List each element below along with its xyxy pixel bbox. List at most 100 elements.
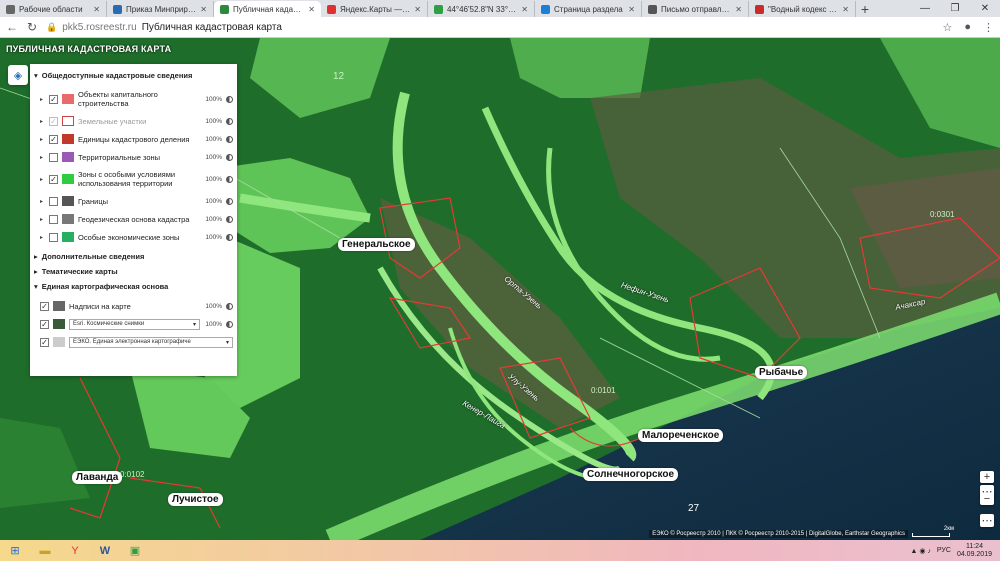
browser-tab[interactable]: 44°46'52.8"N 33°55'27.1"E✕ [428, 1, 535, 17]
expand-icon[interactable]: ▸ [40, 176, 45, 183]
opacity-icon[interactable] [226, 215, 233, 223]
opacity-icon[interactable] [226, 95, 233, 103]
opacity-icon[interactable] [226, 302, 233, 310]
layer-row[interactable]: ▸ ✓ Зоны с особыми условиями использования… [34, 166, 233, 192]
place-malorechenskoe[interactable]: Малореченское [638, 429, 724, 442]
word-icon[interactable]: W [90, 540, 120, 561]
browser-tab[interactable]: Страница раздела ✕ [535, 1, 642, 17]
zoom-in-button[interactable]: + [980, 471, 994, 483]
cadastral-map[interactable]: ПУБЛИЧНАЯ КАДАСТРОВАЯ КАРТА Генеральское… [0, 38, 1000, 540]
back-icon[interactable]: ← [6, 20, 18, 34]
cadastral-code: 0:0101 [591, 386, 616, 395]
yandex-browser-icon[interactable]: Y [60, 540, 90, 561]
url-page-title: Публичная кадастровая карта [141, 21, 282, 33]
browser-tab[interactable]: "Водный кодекс Российс✕ [749, 1, 856, 17]
clock[interactable]: 11:24 04.09.2019 [957, 543, 992, 559]
explorer-icon[interactable]: ▬ [30, 540, 60, 561]
cadastral-code: 0:0301 [930, 210, 955, 219]
expand-icon[interactable]: ▸ [40, 154, 45, 161]
minimize-button[interactable]: — [910, 0, 940, 17]
layer-checkbox[interactable]: ✓ [49, 116, 58, 126]
layer-row[interactable]: ▸ ✓ Земельные участки 100% [34, 112, 233, 130]
section-thematic[interactable]: ▸ Тематические карты [34, 267, 233, 276]
new-tab-button[interactable]: + [856, 1, 874, 17]
profile-icon[interactable]: ● [964, 21, 971, 34]
opacity-icon[interactable] [226, 175, 233, 183]
layer-row[interactable]: ▸ Территориальные зоны 100% [34, 148, 233, 166]
layer-checkbox[interactable]: ✓ [49, 134, 58, 144]
section-basemap[interactable]: ▾ Единая картографическая основа [34, 282, 233, 291]
expand-icon[interactable]: ▸ [40, 118, 45, 125]
layer-checkbox[interactable] [49, 214, 58, 224]
tray-icons[interactable]: ▲ ◉ ♪ [910, 547, 930, 555]
close-tab-icon[interactable]: ✕ [414, 5, 421, 14]
menu-icon[interactable]: ⋮ [983, 21, 994, 34]
layer-checkbox[interactable]: ✓ [49, 94, 58, 104]
layer-row[interactable]: ▸ ✓ Объекты капитального строительства 100% [34, 86, 233, 112]
browser-tab[interactable]: Яндекс.Карты — выбирай ✕ [321, 1, 428, 17]
browser-tab[interactable]: Приказ Минприроды Ро ✕ [107, 1, 214, 17]
opacity-icon[interactable] [226, 233, 233, 241]
opacity-icon[interactable] [226, 197, 233, 205]
language-indicator[interactable]: РУС [937, 547, 951, 554]
layer-checkbox[interactable]: ✓ [49, 174, 58, 184]
close-tab-icon[interactable]: ✕ [628, 5, 635, 14]
zoom-out-button[interactable]: − [980, 493, 994, 505]
address-bar[interactable]: 🔒 pkk5.rosreestr.ru Публичная кадастрова… [46, 19, 934, 36]
basemap-row[interactable]: ✓ Esri. Космические снимки ▾ 100% [34, 315, 233, 333]
expand-icon[interactable]: ▸ [40, 96, 45, 103]
browser-tab[interactable]: Рабочие области ✕ [0, 1, 107, 17]
layer-label: Единицы кадастрового деления [78, 134, 190, 144]
close-tab-icon[interactable]: ✕ [842, 5, 849, 14]
basemap-row[interactable]: ✓ ЕЭКО. Единая электронная картографиче ▾ [34, 333, 233, 351]
close-tab-icon[interactable]: ✕ [200, 5, 207, 14]
eeko-select[interactable]: ЕЭКО. Единая электронная картографиче ▾ [69, 336, 233, 348]
layer-row[interactable]: ▸ Особые экономические зоны 100% [34, 228, 233, 246]
place-generalskoe[interactable]: Генеральское [338, 238, 415, 251]
place-solnechnogorskoe[interactable]: Солнечногорское [583, 468, 679, 481]
opacity-icon[interactable] [226, 117, 233, 125]
layer-checkbox[interactable] [49, 196, 58, 206]
close-window-button[interactable]: ✕ [970, 0, 1000, 17]
layer-swatch-icon [62, 152, 74, 162]
layer-opacity: 100% [205, 153, 222, 161]
section-public-cadastral[interactable]: ▾ Общедоступные кадастровые сведения [34, 71, 233, 80]
layer-row[interactable]: ▸ Границы 100% [34, 192, 233, 210]
browser-tab[interactable]: Публичная кадастровая ✕ [214, 1, 321, 17]
layer-opacity: 100% [205, 233, 222, 241]
layer-checkbox[interactable] [49, 232, 58, 242]
layers-icon[interactable]: ◈ [8, 65, 28, 85]
place-luchistoe[interactable]: Лучистое [168, 493, 223, 506]
place-rybachye[interactable]: Рыбачье [755, 366, 808, 379]
opacity-icon[interactable] [226, 153, 233, 161]
expand-icon[interactable]: ▸ [40, 136, 45, 143]
close-tab-icon[interactable]: ✕ [308, 5, 315, 14]
basemap-satellite-checkbox[interactable]: ✓ [40, 319, 49, 329]
expand-icon[interactable]: ▸ [40, 198, 45, 205]
section-additional[interactable]: ▸ Дополнительные сведения [34, 252, 233, 261]
layer-row[interactable]: ▸ Геодезическая основа кадастра 100% [34, 210, 233, 228]
basemap-eeko-checkbox[interactable]: ✓ [40, 337, 49, 347]
favicon-icon [327, 4, 336, 14]
tab-title: Письмо отправлено - По [661, 4, 732, 14]
map-menu-button[interactable]: ⋯ [980, 514, 994, 527]
close-tab-icon[interactable]: ✕ [735, 5, 742, 14]
app-icon[interactable]: ▣ [120, 540, 150, 561]
basemap-labels-checkbox[interactable]: ✓ [40, 301, 49, 311]
close-tab-icon[interactable]: ✕ [93, 5, 100, 14]
layer-checkbox[interactable] [49, 152, 58, 162]
expand-icon[interactable]: ▸ [40, 234, 45, 241]
basemap-row[interactable]: ✓ Надписи на карте 100% [34, 297, 233, 315]
maximize-button[interactable]: ❐ [940, 0, 970, 17]
layer-row[interactable]: ▸ ✓ Единицы кадастрового деления 100% [34, 130, 233, 148]
opacity-icon[interactable] [226, 320, 233, 328]
browser-tab[interactable]: Письмо отправлено - По✕ [642, 1, 749, 17]
reload-icon[interactable]: ↻ [26, 20, 38, 34]
close-tab-icon[interactable]: ✕ [521, 5, 528, 14]
satellite-select[interactable]: Esri. Космические снимки ▾ [69, 318, 200, 330]
opacity-icon[interactable] [226, 135, 233, 143]
start-icon[interactable]: ⊞ [0, 540, 30, 561]
bookmark-icon[interactable]: ☆ [942, 21, 952, 34]
expand-icon[interactable]: ▸ [40, 216, 45, 223]
place-lavanda[interactable]: Лаванда [72, 471, 123, 484]
